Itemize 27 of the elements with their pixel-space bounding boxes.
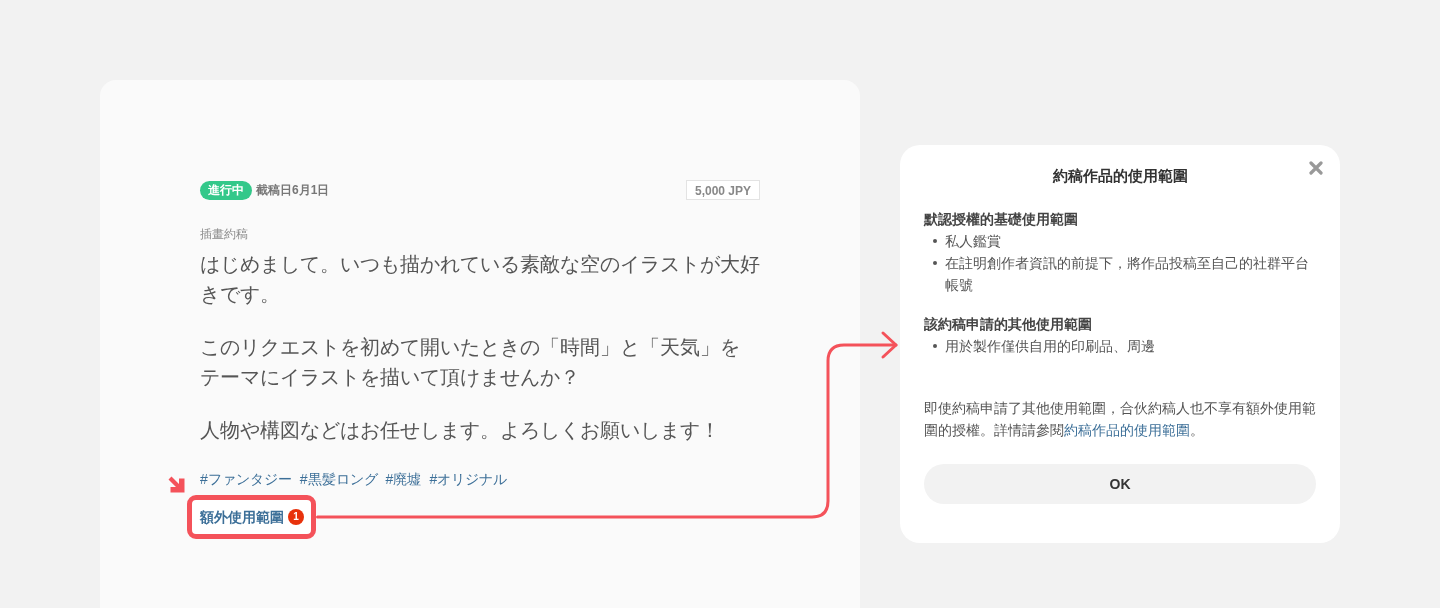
close-icon[interactable] xyxy=(1309,161,1323,175)
usage-note: 即使約稿申請了其他使用範圍，合伙約稿人也不享有額外使用範圍的授權。詳情請參閱約稿作品的使用範圍。 xyxy=(924,399,1317,440)
category-label: 插畫約稿 xyxy=(200,226,248,243)
bullet-icon xyxy=(933,261,937,265)
price-tag: 5,000 JPY xyxy=(685,180,760,200)
bullet-icon xyxy=(933,344,937,348)
message-paragraph: 人物や構図などはお任せします。よろしくお願いします！ xyxy=(200,418,721,443)
section-heading: 該約稿申請的其他使用範圍 xyxy=(924,315,1093,334)
notification-badge: 1 xyxy=(288,509,304,525)
usage-item-text: 用於製作僅供自用的印刷品、周邊 xyxy=(945,337,1155,356)
dialog-title: 約稿作品的使用範圍 xyxy=(1051,166,1189,186)
ok-button[interactable]: OK xyxy=(924,464,1316,504)
section-heading: 默認授權的基礎使用範圍 xyxy=(924,210,1079,229)
tag-link[interactable]: #黒髪ロング xyxy=(299,469,378,489)
usage-item-text: 在註明創作者資訊的前提下，將作品投稿至自己的社群平台帳號 xyxy=(945,254,1310,295)
usage-scope-link[interactable]: 額外使用範圍 xyxy=(200,507,284,527)
bullet-icon xyxy=(933,239,937,243)
usage-scope-link[interactable]: 約稿作品的使用範圍 xyxy=(1064,422,1190,438)
message-paragraph: はじめまして。いつも描かれている素敵な空のイラストが大好きです。 xyxy=(200,252,761,307)
arrow-icon xyxy=(167,475,186,494)
status-badge: 進行中 xyxy=(200,180,252,200)
tag-link[interactable]: #廃墟 xyxy=(385,469,422,489)
tag-link[interactable]: #ファンタジー xyxy=(200,469,292,489)
deadline-text: 截稿日6月1日 xyxy=(256,181,330,199)
usage-item-text: 私人鑑賞 xyxy=(945,232,1001,251)
tag-link[interactable]: #オリジナル xyxy=(429,469,508,489)
message-paragraph: このリクエストを初めて開いたときの「時間」と「天気」をテーマにイラストを描いて頂けませんか？ xyxy=(200,335,741,390)
